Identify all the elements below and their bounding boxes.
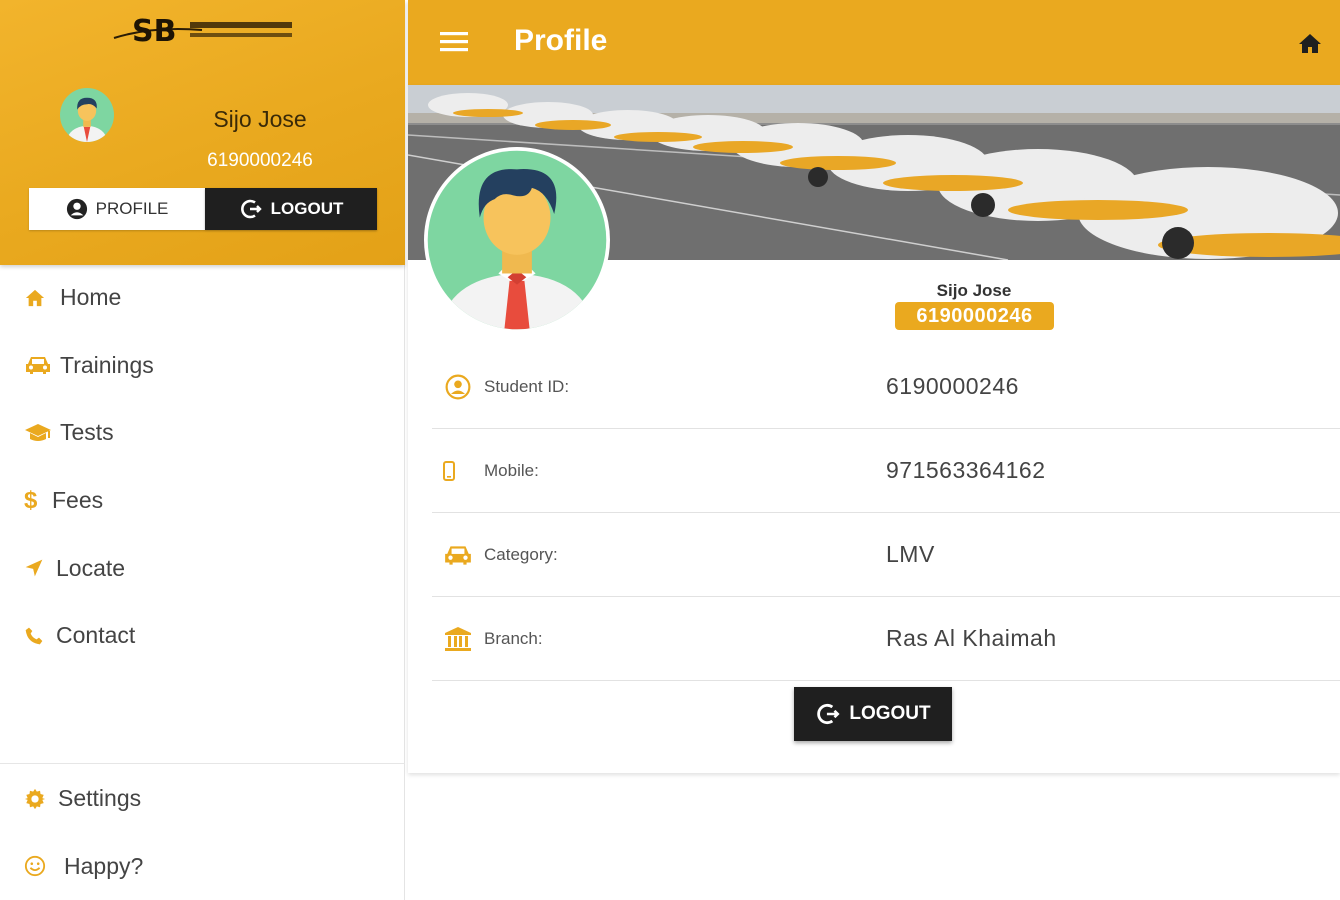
mobile-icon [438, 460, 478, 481]
drawer-user-name: Sijo Jose [213, 106, 307, 132]
drawer-avatar [60, 88, 114, 142]
car-icon [438, 543, 478, 567]
sidebar-item-label: Locate [56, 554, 126, 581]
profile-button[interactable]: PROFILE [29, 188, 205, 230]
info-label: Mobile: [484, 460, 539, 480]
phone-icon [24, 626, 50, 646]
sidebar-item-home[interactable]: Home [0, 264, 405, 332]
info-value: 971563364162 [886, 457, 1046, 483]
info-row-branch: Branch: Ras Al Khaimah [432, 597, 1340, 681]
gear-icon [24, 788, 52, 810]
sidebar-item-tests[interactable]: Tests [0, 399, 405, 467]
profile-avatar [424, 147, 610, 333]
info-value: Ras Al Khaimah [886, 625, 1057, 651]
info-row-mobile: Mobile: 971563364162 [432, 429, 1340, 513]
sidebar-menu: Home Trainings Tests $ Fees Locate Conta… [0, 264, 405, 670]
sidebar-item-label: Tests [60, 419, 114, 446]
user-circle-icon [66, 198, 87, 220]
smile-icon [24, 855, 58, 877]
student-id-badge: 6190000246 [895, 302, 1054, 330]
page-title: Profile [514, 24, 608, 57]
sidebar-item-locate[interactable]: Locate [0, 534, 405, 602]
dollar-icon: $ [24, 486, 38, 514]
menu-icon[interactable] [438, 29, 472, 55]
navigation-drawer: SB Sijo Jose 6190000246 PROFILE LOGOUT H… [0, 0, 405, 900]
sidebar-item-happy[interactable]: Happy? [0, 833, 405, 900]
info-label: Branch: [484, 628, 543, 648]
logout-icon [817, 703, 840, 725]
brand-logo: SB [113, 14, 292, 48]
info-label: Student ID: [484, 376, 570, 396]
logout-button[interactable]: LOGOUT [205, 188, 377, 230]
logout-button[interactable]: LOGOUT [794, 687, 952, 741]
location-arrow-icon [24, 558, 50, 578]
drawer-user-phone: 6190000246 [207, 150, 313, 171]
sidebar-item-label: Happy? [64, 852, 144, 879]
info-value: LMV [886, 541, 935, 567]
drawer-header: SB Sijo Jose 6190000246 PROFILE LOGOUT [0, 0, 405, 265]
sidebar-bottom-menu: Settings Happy? [0, 765, 405, 900]
sidebar-item-label: Fees [52, 487, 104, 514]
sidebar-item-label: Contact [56, 622, 136, 649]
profile-card: Sijo Jose 6190000246 Student ID: 6190000… [408, 85, 1340, 773]
logout-icon [240, 199, 262, 219]
svg-text:SB: SB [132, 14, 176, 48]
bank-icon [438, 626, 478, 652]
logout-button-label: LOGOUT [849, 703, 931, 724]
info-row-student-id: Student ID: 6190000246 [432, 345, 1340, 429]
sidebar-item-settings[interactable]: Settings [0, 765, 405, 833]
car-icon [24, 354, 54, 376]
info-label: Category: [484, 544, 558, 564]
user-circle-icon [438, 374, 478, 400]
app-bar: Profile [408, 0, 1340, 85]
menu-divider [0, 763, 405, 764]
sidebar-item-contact[interactable]: Contact [0, 602, 405, 670]
info-value: 6190000246 [886, 373, 1019, 399]
sidebar-item-label: Home [60, 284, 122, 311]
sidebar-item-fees[interactable]: $ Fees [0, 467, 405, 535]
profile-button-label: PROFILE [95, 199, 169, 218]
info-row-category: Category: LMV [432, 513, 1340, 597]
home-icon [24, 288, 54, 308]
graduation-cap-icon [24, 422, 54, 444]
sidebar-item-label: Settings [58, 785, 142, 812]
home-icon[interactable] [1298, 32, 1322, 54]
sidebar-item-label: Trainings [60, 351, 154, 378]
profile-name: Sijo Jose [936, 281, 1012, 300]
sidebar-item-trainings[interactable]: Trainings [0, 332, 405, 400]
logout-button-label: LOGOUT [270, 199, 344, 218]
